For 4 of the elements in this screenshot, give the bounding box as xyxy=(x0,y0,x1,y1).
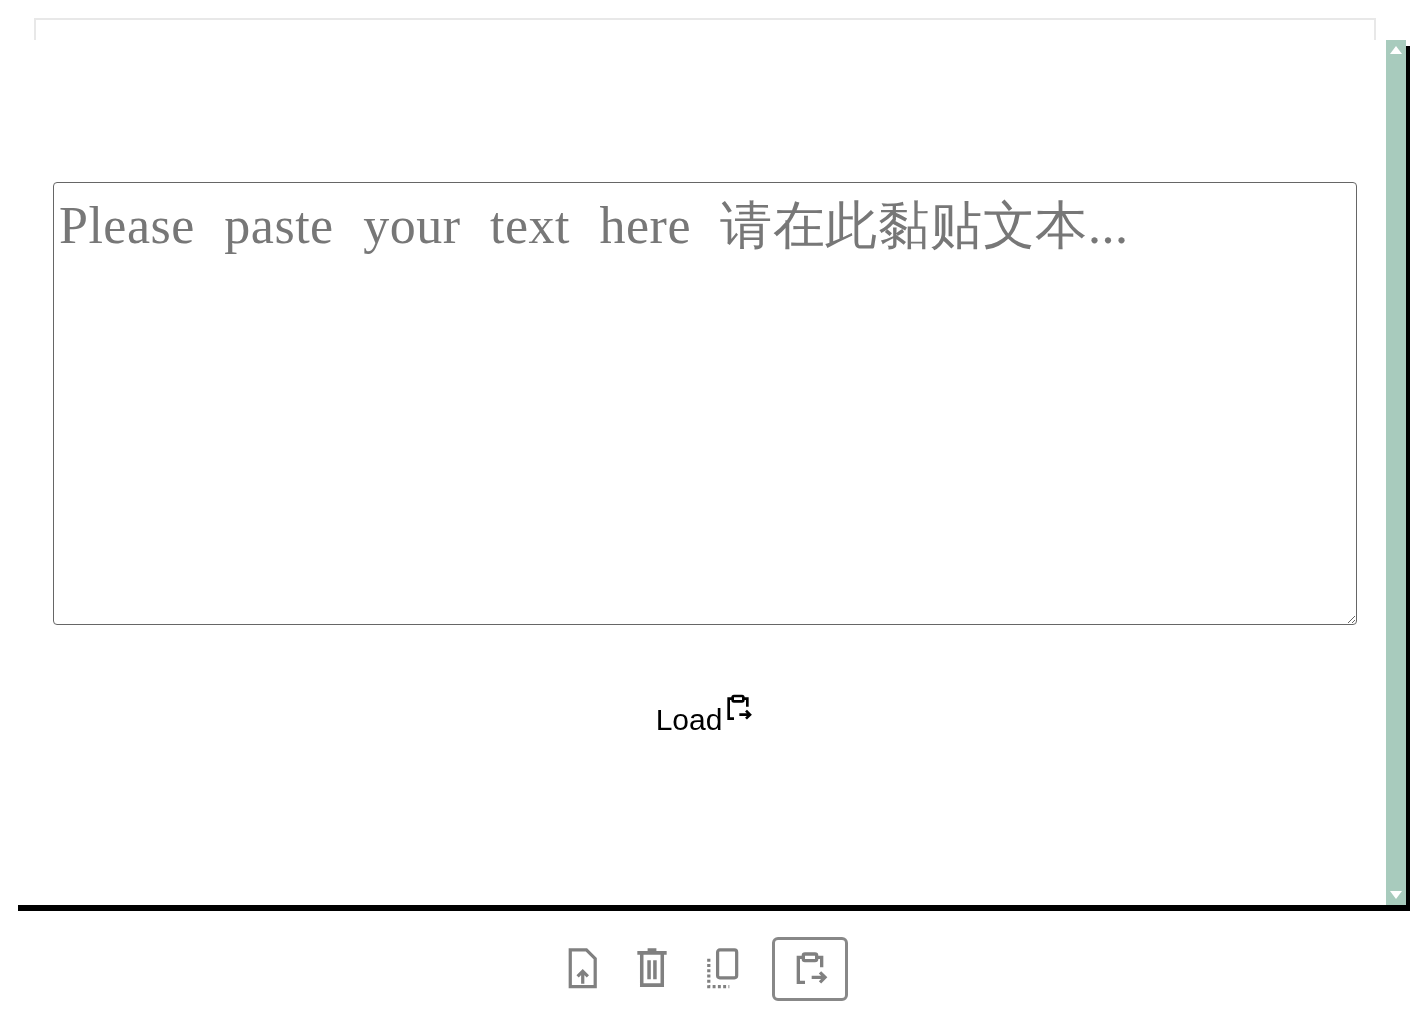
copy-icon xyxy=(704,947,740,991)
paste-tool-button[interactable] xyxy=(772,937,848,1001)
load-button[interactable]: Load xyxy=(655,697,755,742)
text-input-area[interactable]: Please paste your text here 请在此黏贴文本... xyxy=(53,182,1357,625)
